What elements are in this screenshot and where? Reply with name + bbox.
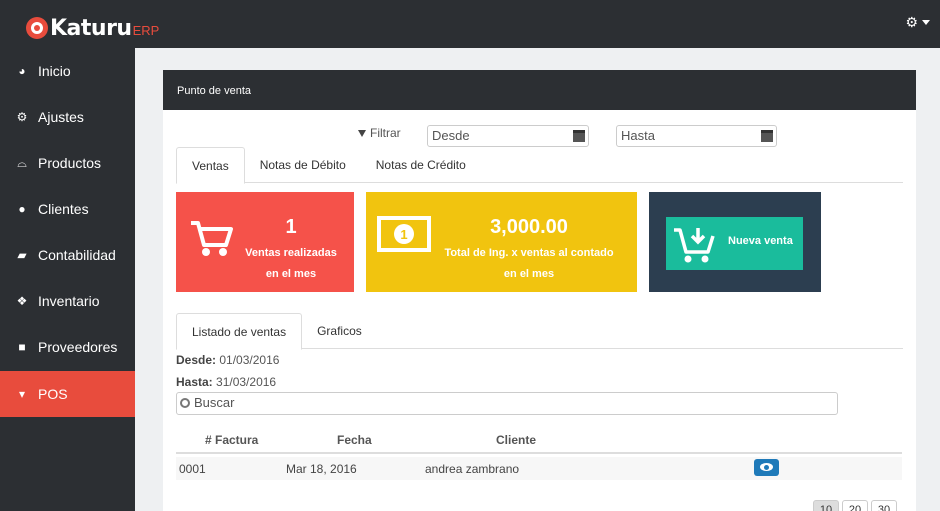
sales-tabs: Ventas Notas de Débito Notas de Crédito <box>176 147 903 184</box>
total-label-line-2: en el mes <box>503 268 555 280</box>
nueva-venta-card: Nueva venta <box>649 192 821 292</box>
page-size-30[interactable]: 30 <box>871 500 897 511</box>
tab-notas-credito[interactable]: Notas de Crédito <box>361 147 481 183</box>
pos-panel: Punto de venta Filtrar Desde Hasta Venta… <box>163 70 916 511</box>
sidebar-item-label: Contabilidad <box>38 247 116 263</box>
money-icon: 1 <box>377 216 431 252</box>
sidebar-item-label: POS <box>38 386 68 402</box>
app-logo[interactable]: Katuru ERP <box>26 14 159 42</box>
search-input[interactable]: Buscar <box>176 392 838 415</box>
listing-tabs: Listado de ventas Graficos <box>176 313 903 350</box>
filter-label: Filtrar <box>370 126 401 140</box>
cubes-icon: ❖ <box>16 294 28 308</box>
hasta-placeholder: Hasta <box>621 128 655 143</box>
total-card: 1 3,000.00 Total de Ing. x ventas al con… <box>366 192 637 292</box>
sidebar-item-proveedores[interactable]: ■ Proveedores <box>0 324 135 370</box>
cell-factura: 0001 <box>179 462 206 476</box>
filter-button[interactable]: Filtrar <box>358 126 401 140</box>
sidebar-item-label: Inicio <box>38 63 71 79</box>
calendar-icon[interactable] <box>761 130 773 142</box>
cart-icon <box>191 221 233 256</box>
filter-icon <box>358 129 366 137</box>
dashboard-icon: ◕ <box>18 64 26 78</box>
settings-menu[interactable]: ⚙ <box>905 14 930 31</box>
cell-cliente: andrea zambrano <box>425 462 520 476</box>
cart-download-icon <box>674 228 715 263</box>
sidebar-item-pos[interactable]: ▾ POS <box>0 371 135 417</box>
cell-fecha: Mar 18, 2016 <box>286 462 357 476</box>
hasta-label: Hasta: <box>176 375 213 389</box>
desde-date-input[interactable]: Desde <box>427 125 589 147</box>
calendar-icon[interactable] <box>573 130 585 142</box>
tab-listado-ventas[interactable]: Listado de ventas <box>176 313 303 350</box>
logo-icon <box>26 17 48 39</box>
truck-icon: ■ <box>18 340 26 354</box>
top-bar: Katuru ERP ⚙ <box>0 0 940 48</box>
search-icon <box>180 398 190 408</box>
panel-title: Punto de venta <box>163 70 916 110</box>
page-size-10[interactable]: 10 <box>813 500 839 511</box>
view-sale-button[interactable] <box>754 459 779 476</box>
desde-label: Desde: <box>176 353 217 367</box>
tab-graficos[interactable]: Graficos <box>302 313 377 349</box>
sidebar-item-clientes[interactable]: ● Clientes <box>0 186 135 232</box>
total-label-line-1: Total de Ing. x ventas al contado <box>444 247 614 259</box>
col-fecha[interactable]: Fecha <box>337 433 372 447</box>
nueva-venta-label: Nueva venta <box>728 235 793 247</box>
hasta-date-input[interactable]: Hasta <box>616 125 777 147</box>
range-hasta: Hasta: 31/03/2016 <box>176 375 276 389</box>
table-header: # Factura Fecha Cliente <box>176 428 902 454</box>
sidebar-item-inicio[interactable]: ◕ Inicio <box>0 48 135 94</box>
total-label: Total de Ing. x ventas al contado en el … <box>429 243 629 285</box>
desde-placeholder: Desde <box>432 128 470 143</box>
col-factura[interactable]: # Factura <box>205 433 258 447</box>
logo-text: Katuru <box>50 16 132 41</box>
hasta-value: 31/03/2016 <box>216 375 277 389</box>
search-placeholder: Buscar <box>194 395 235 410</box>
table-row: 0001 Mar 18, 2016 andrea zambrano <box>176 457 902 480</box>
ventas-count: 1 <box>285 216 297 238</box>
page-size-20[interactable]: 20 <box>842 500 868 511</box>
total-amount: 3,000.00 <box>490 216 568 238</box>
sidebar-item-label: Proveedores <box>38 339 118 355</box>
basket-icon: ⌓ <box>17 155 27 170</box>
desde-value: 01/03/2016 <box>219 353 280 367</box>
sidebar-item-label: Inventario <box>38 293 100 309</box>
sidebar-item-ajustes[interactable]: ⚙ Ajustes <box>0 94 135 140</box>
cart-icon: ▾ <box>18 387 26 401</box>
ventas-label-line-1: Ventas realizadas <box>245 247 337 259</box>
book-icon: ▰ <box>17 248 27 262</box>
sidebar-item-label: Ajustes <box>38 109 84 125</box>
sidebar-item-productos[interactable]: ⌓ Productos <box>0 140 135 186</box>
sidebar-item-label: Clientes <box>38 201 89 217</box>
logo-suffix: ERP <box>132 23 160 38</box>
col-cliente[interactable]: Cliente <box>496 433 536 447</box>
ventas-label-line-2: en el mes <box>265 268 317 280</box>
page-size-selector: 10 20 30 <box>813 500 897 511</box>
tab-notas-debito[interactable]: Notas de Débito <box>245 147 361 183</box>
users-icon: ● <box>18 202 26 216</box>
sidebar-item-contabilidad[interactable]: ▰ Contabilidad <box>0 232 135 278</box>
sidebar-item-inventario[interactable]: ❖ Inventario <box>0 278 135 324</box>
gears-icon: ⚙ <box>16 110 28 124</box>
range-desde: Desde: 01/03/2016 <box>176 353 279 367</box>
svg-text:1: 1 <box>400 227 407 242</box>
nueva-venta-button[interactable]: Nueva venta <box>666 217 803 270</box>
ventas-card: 1 Ventas realizadas en el mes <box>176 192 354 292</box>
gear-icon: ⚙ <box>905 14 918 30</box>
sidebar: ◕ Inicio ⚙ Ajustes ⌓ Productos ● Cliente… <box>0 48 135 511</box>
chevron-down-icon <box>922 20 930 25</box>
tab-ventas[interactable]: Ventas <box>176 147 245 184</box>
ventas-label: Ventas realizadas en el mes <box>236 243 346 285</box>
sidebar-item-label: Productos <box>38 155 102 171</box>
